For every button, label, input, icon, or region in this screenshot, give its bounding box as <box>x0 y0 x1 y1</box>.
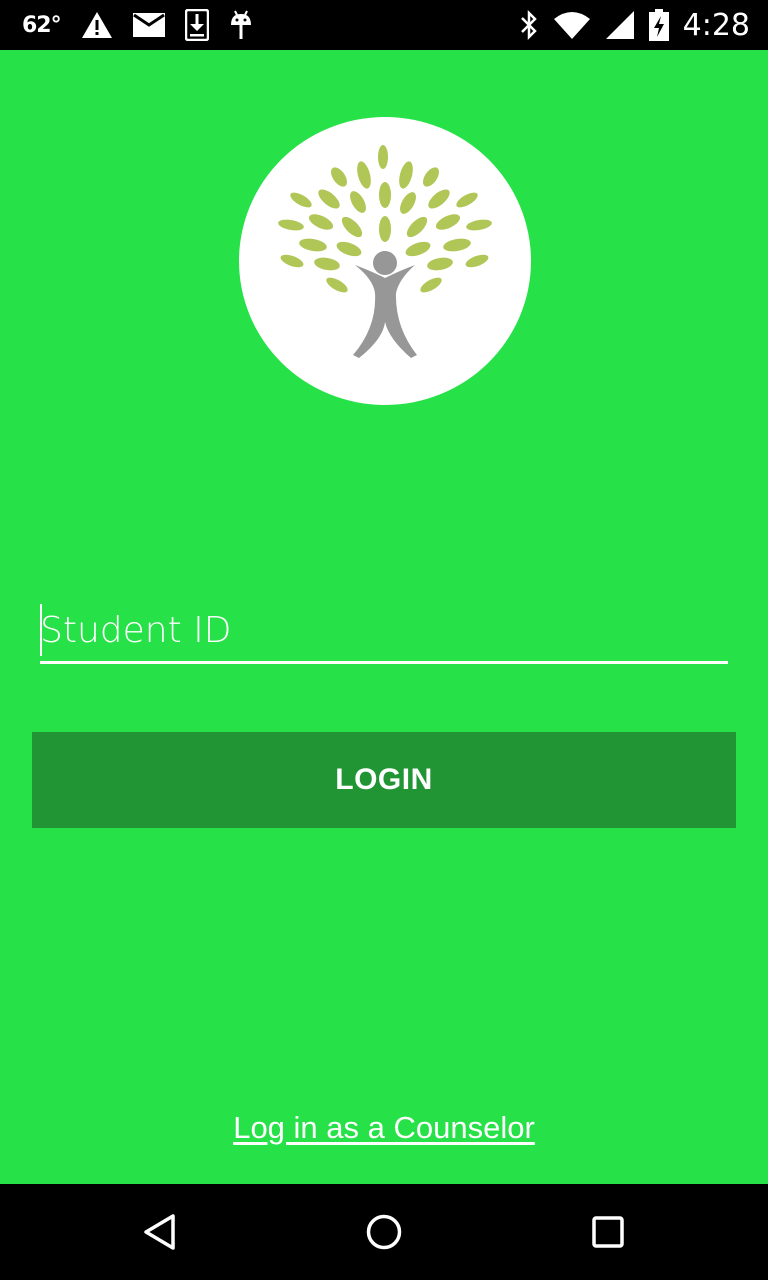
student-id-input[interactable] <box>40 598 728 662</box>
status-right-group: 4:28 <box>519 0 750 50</box>
status-bar: 62° 4:28 <box>0 0 768 50</box>
back-icon[interactable] <box>140 1212 180 1252</box>
student-id-field <box>40 598 728 666</box>
bluetooth-icon <box>520 9 537 41</box>
tree-person-logo-icon <box>278 145 492 358</box>
app-logo <box>239 117 531 405</box>
login-button[interactable]: LOGIN <box>32 732 736 828</box>
home-icon[interactable] <box>364 1212 404 1252</box>
login-screen: 62° 4:28 Student ID LOGIN Log in as a Co… <box>0 0 768 1280</box>
navigation-bar <box>0 1184 768 1280</box>
android-icon <box>230 10 251 39</box>
counselor-login-link[interactable]: Log in as a Counselor <box>0 1110 768 1146</box>
mail-icon <box>132 13 165 37</box>
cell-signal-icon <box>605 11 634 39</box>
text-cursor <box>40 604 42 656</box>
temperature-readout: 62° <box>22 12 62 38</box>
student-id-underline <box>40 661 728 664</box>
battery-charging-icon <box>648 9 669 41</box>
status-left-group: 62° <box>22 0 253 50</box>
warning-icon <box>81 12 112 38</box>
download-icon <box>184 9 209 41</box>
wifi-icon <box>553 12 590 39</box>
recents-icon[interactable] <box>588 1212 628 1252</box>
clock: 4:28 <box>682 7 750 43</box>
